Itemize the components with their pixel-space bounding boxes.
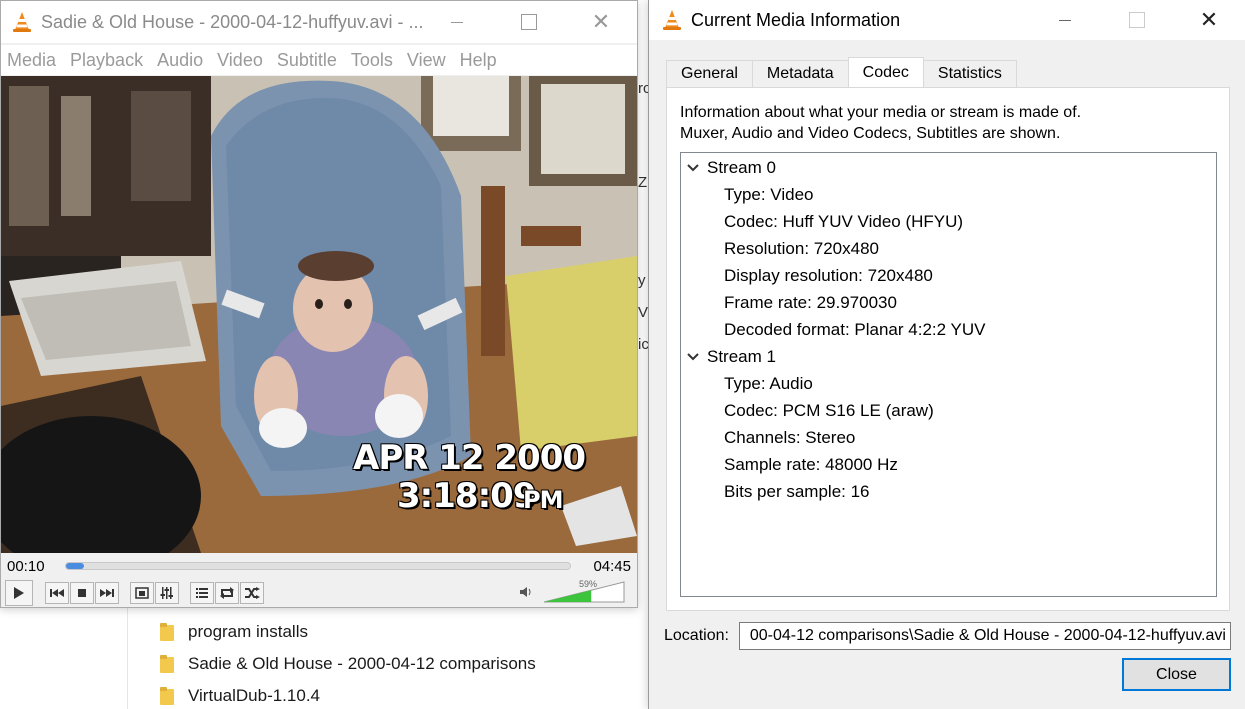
dialog-title: Current Media Information — [691, 9, 901, 30]
stream-field[interactable]: Codec: PCM S16 LE (araw) — [724, 397, 934, 424]
menu-video[interactable]: Video — [211, 50, 271, 71]
close-window-button[interactable]: ✕ — [1173, 0, 1245, 40]
elapsed-time: 00:10 — [7, 557, 45, 575]
menu-bar: Media Playback Audio Video Subtitle Tool… — [1, 45, 637, 75]
stream-field[interactable]: Sample rate: 48000 Hz — [724, 451, 898, 478]
tab-general[interactable]: General — [666, 60, 753, 87]
close-window-button[interactable]: ✕ — [565, 1, 637, 43]
volume-percent: 59% — [579, 579, 598, 589]
vlc-cone-icon — [663, 10, 681, 30]
stream-field[interactable]: Channels: Stereo — [724, 424, 855, 451]
previous-button[interactable] — [45, 582, 69, 604]
extended-settings-button[interactable] — [155, 582, 179, 604]
video-frame[interactable]: APR 12 2000 3:18:09 PM — [1, 76, 637, 553]
seek-row: 00:10 04:45 — [1, 553, 637, 579]
menu-view[interactable]: View — [401, 50, 454, 71]
stream-field[interactable]: Decoded format: Planar 4:2:2 YUV — [724, 316, 985, 343]
player-title: Sadie & Old House - 2000-04-12-huffyuv.a… — [41, 11, 424, 32]
stream-field[interactable]: Resolution: 720x480 — [724, 235, 879, 262]
info-tabs: General Metadata Codec Statistics — [666, 57, 1017, 88]
minimize-button[interactable] — [1029, 0, 1101, 40]
vlc-cone-icon — [13, 12, 31, 32]
video-image — [1, 76, 637, 553]
stream-0-node[interactable]: Stream 0 — [685, 154, 776, 181]
play-icon — [14, 587, 24, 599]
stream-field[interactable]: Codec: Huff YUV Video (HFYU) — [724, 208, 963, 235]
shuffle-button[interactable] — [240, 582, 264, 604]
file-row[interactable]: program installs — [160, 616, 308, 648]
stream-1-node[interactable]: Stream 1 — [685, 343, 776, 370]
menu-audio[interactable]: Audio — [151, 50, 211, 71]
volume-slider[interactable]: 59% — [543, 579, 625, 603]
folder-icon — [160, 655, 174, 673]
chevron-down-icon[interactable] — [685, 349, 701, 365]
stream-field[interactable]: Display resolution: 720x480 — [724, 262, 933, 289]
fullscreen-button[interactable] — [130, 582, 154, 604]
playlist-icon — [196, 588, 208, 598]
volume-control: 59% — [519, 579, 625, 603]
menu-help[interactable]: Help — [454, 50, 505, 71]
desktop: program installs Sadie & Old House - 200… — [0, 0, 1245, 709]
stop-icon — [78, 589, 86, 597]
vlc-player-window: Sadie & Old House - 2000-04-12-huffyuv.a… — [0, 0, 638, 608]
stop-button[interactable] — [70, 582, 94, 604]
skip-forward-icon — [100, 589, 114, 597]
menu-subtitle[interactable]: Subtitle — [271, 50, 345, 71]
menu-playback[interactable]: Playback — [64, 50, 151, 71]
location-field[interactable]: 00-04-12 comparisons\Sadie & Old House -… — [738, 622, 1231, 650]
maximize-button[interactable] — [1101, 0, 1173, 40]
minimize-button[interactable] — [421, 1, 493, 43]
stream-field[interactable]: Type: Video — [724, 181, 813, 208]
menu-tools[interactable]: Tools — [345, 50, 401, 71]
chevron-down-icon[interactable] — [685, 160, 701, 176]
file-row[interactable]: Sadie & Old House - 2000-04-12 compariso… — [160, 648, 536, 680]
folder-icon — [160, 687, 174, 705]
stream-field[interactable]: Bits per sample: 16 — [724, 478, 870, 505]
navigation-pane — [0, 600, 128, 709]
codec-panel: Information about what your media or str… — [666, 87, 1230, 611]
stream-label: Stream 1 — [707, 346, 776, 366]
stream-field[interactable]: Type: Audio — [724, 370, 813, 397]
file-name: program installs — [188, 622, 308, 641]
codec-tree[interactable]: Stream 0 Type: Video Codec: Huff YUV Vid… — [680, 152, 1217, 597]
close-button[interactable]: Close — [1122, 658, 1231, 691]
location-row: Location: 00-04-12 comparisons\Sadie & O… — [664, 622, 1231, 650]
tab-codec[interactable]: Codec — [847, 57, 924, 87]
skip-back-icon — [50, 589, 64, 597]
loop-button[interactable] — [215, 582, 239, 604]
speaker-icon[interactable] — [519, 585, 533, 599]
description-line: Muxer, Audio and Video Codecs, Subtitles… — [680, 125, 1061, 142]
stream-label: Stream 0 — [707, 157, 776, 177]
maximize-button[interactable] — [493, 1, 565, 43]
next-button[interactable] — [95, 582, 119, 604]
shuffle-icon — [245, 587, 260, 599]
play-button[interactable] — [5, 580, 33, 606]
location-label: Location: — [664, 627, 729, 644]
fullscreen-icon — [135, 587, 149, 599]
file-row[interactable]: VirtualDub-1.10.4 — [160, 680, 320, 709]
panel-description: Information about what your media or str… — [680, 102, 1081, 144]
player-titlebar[interactable]: Sadie & Old House - 2000-04-12-huffyuv.a… — [1, 1, 637, 43]
video-date-stamp: APR 12 2000 — [353, 438, 586, 478]
video-ampm-stamp: PM — [523, 486, 563, 514]
menu-media[interactable]: Media — [1, 50, 64, 71]
total-time: 04:45 — [593, 557, 631, 575]
info-titlebar[interactable]: Current Media Information ✕ — [649, 0, 1245, 40]
equalizer-icon — [160, 587, 173, 599]
seek-slider[interactable] — [65, 562, 571, 570]
video-time-stamp: 3:18:09 — [397, 476, 536, 516]
seek-progress — [66, 563, 84, 569]
file-name: VirtualDub-1.10.4 — [188, 686, 320, 705]
media-information-dialog: Current Media Information ✕ General Meta… — [648, 0, 1245, 709]
playback-controls: 59% — [1, 579, 637, 607]
file-name: Sadie & Old House - 2000-04-12 compariso… — [188, 654, 536, 673]
location-value: 00-04-12 comparisons\Sadie & Old House -… — [749, 627, 1226, 644]
playlist-button[interactable] — [190, 582, 214, 604]
tab-statistics[interactable]: Statistics — [922, 60, 1017, 87]
stream-field[interactable]: Frame rate: 29.970030 — [724, 289, 897, 316]
loop-icon — [220, 587, 234, 599]
folder-icon — [160, 623, 174, 641]
description-line: Information about what your media or str… — [680, 104, 1082, 121]
tab-metadata[interactable]: Metadata — [751, 60, 849, 87]
